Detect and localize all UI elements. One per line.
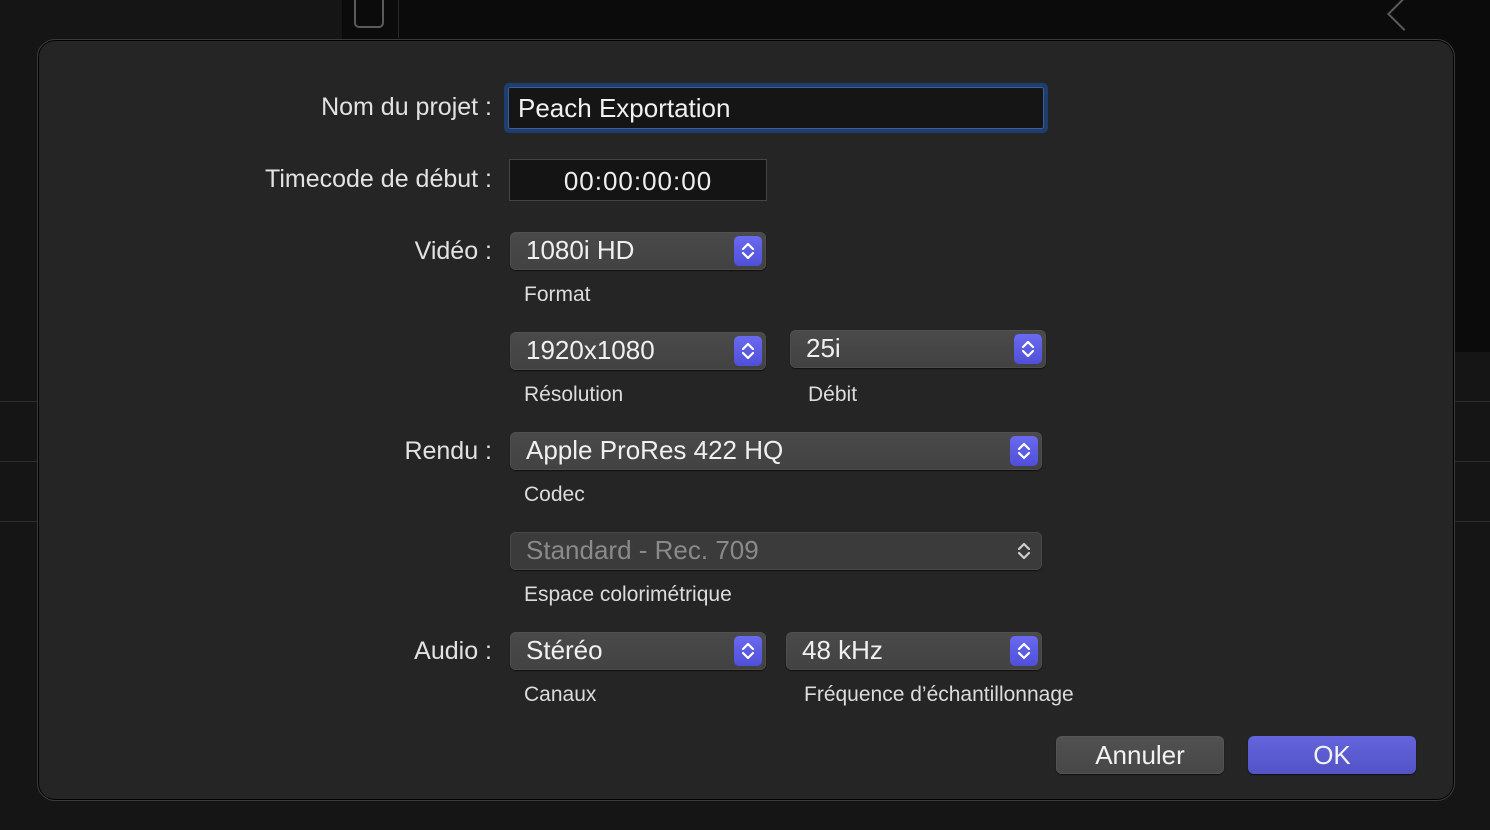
audio-channels-value: Stéréo [526, 635, 603, 665]
sample-rate-caption: Fréquence d’échantillonnage [804, 683, 1074, 706]
frame-rate-caption: Débit [808, 383, 858, 406]
sample-rate-popup[interactable]: 48 kHz [786, 632, 1042, 670]
color-space-value: Standard - Rec. 709 [526, 535, 759, 565]
chevron-up-down-icon [1014, 334, 1042, 364]
video-format-value: 1080i HD [526, 235, 635, 265]
background-checkbox [354, 0, 384, 28]
focus-ring [508, 87, 1044, 129]
frame-rate-popup[interactable]: 25i [790, 330, 1046, 368]
chevron-up-down-icon [734, 636, 762, 666]
sample-rate-value: 48 kHz [802, 635, 883, 665]
resolution-value: 1920x1080 [526, 335, 655, 365]
render-label: Rendu : [404, 437, 492, 465]
chevron-up-down-icon [1010, 436, 1038, 466]
background-divider [398, 0, 399, 38]
cancel-button[interactable]: Annuler [1056, 736, 1224, 774]
timecode-input[interactable]: 00:00:00:00 [509, 159, 767, 201]
chevron-up-down-icon [734, 236, 762, 266]
ok-button[interactable]: OK [1248, 736, 1416, 774]
codec-value: Apple ProRes 422 HQ [526, 435, 784, 465]
chevron-up-down-icon [1010, 636, 1038, 666]
audio-channels-popup[interactable]: Stéréo [510, 632, 766, 670]
audio-channels-caption: Canaux [524, 683, 597, 706]
chevron-up-down-icon [1010, 536, 1038, 566]
video-format-popup[interactable]: 1080i HD [510, 232, 766, 270]
timecode-label: Timecode de début : [265, 165, 492, 193]
codec-popup[interactable]: Apple ProRes 422 HQ [510, 432, 1042, 470]
project-name-label: Nom du projet : [321, 93, 492, 121]
frame-rate-value: 25i [806, 333, 841, 363]
project-name-input[interactable]: Peach Exportation [504, 83, 1048, 133]
resolution-caption: Résolution [524, 383, 624, 406]
chevron-up-down-icon [734, 336, 762, 366]
new-project-dialog [37, 39, 1455, 801]
resolution-popup[interactable]: 1920x1080 [510, 332, 766, 370]
audio-label: Audio : [414, 637, 492, 665]
color-space-caption: Espace colorimétrique [524, 583, 732, 606]
format-caption: Format [524, 283, 591, 306]
video-label: Vidéo : [414, 237, 492, 265]
color-space-popup: Standard - Rec. 709 [510, 532, 1042, 570]
codec-caption: Codec [524, 483, 585, 506]
